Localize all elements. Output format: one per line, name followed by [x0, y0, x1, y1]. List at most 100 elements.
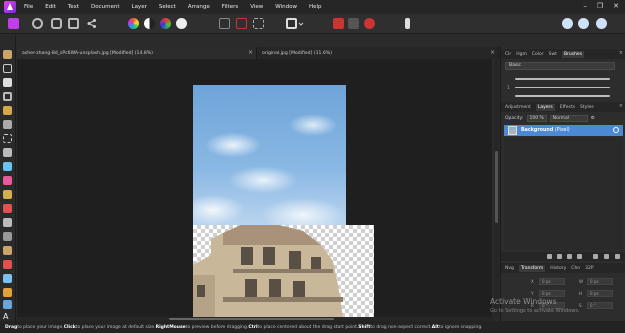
- tab-clr[interactable]: Clr: [505, 52, 511, 57]
- layer-row-background[interactable]: Background (Pixel): [504, 125, 623, 136]
- liquify-persona-icon[interactable]: [32, 18, 43, 29]
- flood-select-icon[interactable]: [3, 120, 12, 129]
- tab-channels[interactable]: Chn: [571, 266, 580, 271]
- transform-icon[interactable]: [596, 18, 607, 29]
- tab-transform[interactable]: Transform: [518, 264, 546, 272]
- share-icon[interactable]: [86, 18, 97, 29]
- tab-brushes[interactable]: Brushes: [561, 50, 585, 58]
- add-layer-icon[interactable]: [604, 254, 609, 259]
- delete-layer-icon[interactable]: [615, 254, 620, 259]
- menu-layer[interactable]: Layer: [132, 4, 147, 10]
- erase-brush-icon[interactable]: [3, 204, 12, 213]
- close-panel-icon[interactable]: ×: [619, 50, 623, 56]
- shape-tool-icon[interactable]: [3, 300, 12, 309]
- view-tool-hand-icon[interactable]: [3, 50, 12, 59]
- tab-layers[interactable]: Layers: [535, 103, 555, 111]
- y-field[interactable]: 0 px: [539, 290, 565, 297]
- quick-mask-icon[interactable]: [286, 18, 297, 29]
- marquee-select-icon[interactable]: [219, 18, 230, 29]
- flood-fill-icon[interactable]: [3, 162, 12, 171]
- group-layers-icon[interactable]: [593, 254, 598, 259]
- menu-window[interactable]: Window: [275, 4, 297, 10]
- gradient-tool-icon[interactable]: [3, 176, 12, 185]
- close-window-button[interactable]: ✕: [613, 2, 619, 10]
- canvas[interactable]: [17, 59, 492, 317]
- macro-icon[interactable]: [405, 18, 410, 29]
- arrange-icon[interactable]: [562, 18, 573, 29]
- menu-arrange[interactable]: Arrange: [188, 4, 210, 10]
- color-wheel-icon[interactable]: [128, 18, 139, 29]
- tab-history[interactable]: History: [550, 266, 566, 271]
- w-field[interactable]: 0 px: [587, 278, 613, 285]
- shear-field[interactable]: 0 °: [587, 302, 613, 309]
- menu-select[interactable]: Select: [159, 4, 176, 10]
- tab-original-image[interactable]: original.jpg [Modified] (11.6%) ×: [257, 47, 499, 59]
- clone-brush-icon[interactable]: [3, 232, 12, 241]
- affinity-photo-logo-icon[interactable]: [4, 1, 16, 13]
- color-picker-icon[interactable]: [3, 78, 12, 87]
- maximize-button[interactable]: ❐: [597, 2, 603, 10]
- marquee-tool-icon[interactable]: [3, 134, 12, 143]
- photo-persona-icon[interactable]: [8, 18, 19, 29]
- tab-styles[interactable]: Styles: [580, 105, 594, 110]
- brush-category-select[interactable]: Basic: [505, 62, 615, 70]
- brush-preset[interactable]: [515, 78, 610, 80]
- x-field[interactable]: 0 px: [539, 278, 565, 285]
- brush-preset[interactable]: [515, 87, 610, 88]
- menu-document[interactable]: Document: [91, 4, 120, 10]
- assistant-icon[interactable]: [333, 18, 344, 29]
- crop-tool-icon[interactable]: [3, 92, 12, 101]
- snapping-icon[interactable]: [348, 18, 359, 29]
- tab-32p[interactable]: 32P: [585, 266, 593, 271]
- gear-icon[interactable]: ⚙: [591, 116, 595, 121]
- menu-text[interactable]: Text: [68, 4, 79, 10]
- building-photo[interactable]: [193, 225, 348, 317]
- menu-help[interactable]: Help: [309, 4, 322, 10]
- invert-selection-icon[interactable]: [253, 18, 264, 29]
- adjustment-layer-icon[interactable]: [557, 254, 562, 259]
- sky-image-layer[interactable]: [193, 85, 346, 225]
- scrollbar-thumb[interactable]: [495, 151, 498, 223]
- h-field[interactable]: 0 px: [587, 290, 613, 297]
- blend-mode-select[interactable]: Normal: [549, 114, 588, 122]
- tab-adjustment[interactable]: Adjustment: [505, 105, 531, 110]
- tab-color[interactable]: Color: [532, 52, 544, 57]
- close-icon[interactable]: ×: [490, 49, 495, 56]
- move-tool-icon[interactable]: [3, 64, 12, 73]
- deselect-icon[interactable]: [236, 18, 247, 29]
- menu-file[interactable]: File: [24, 4, 33, 10]
- tab-navigator[interactable]: Nvg: [505, 266, 514, 271]
- develop-persona-icon[interactable]: [51, 18, 62, 29]
- white-balance-icon[interactable]: [176, 18, 187, 29]
- mask-layer-icon[interactable]: [547, 254, 552, 259]
- scrollbar-thumb[interactable]: [169, 318, 334, 320]
- freehand-select-icon[interactable]: [3, 148, 12, 157]
- pen-tool-icon[interactable]: [3, 288, 12, 297]
- close-icon[interactable]: ×: [248, 49, 253, 56]
- tab-hgm[interactable]: Hgm: [516, 52, 527, 57]
- align-icon[interactable]: [578, 18, 589, 29]
- menu-filters[interactable]: Filters: [222, 4, 239, 10]
- hsl-icon[interactable]: [160, 18, 171, 29]
- minimize-button[interactable]: –: [583, 2, 587, 10]
- tab-swt[interactable]: Swt: [549, 52, 557, 57]
- brush-preset[interactable]: [515, 95, 610, 97]
- opacity-input[interactable]: 100 %: [526, 114, 547, 122]
- paint-brush-icon[interactable]: [3, 190, 12, 199]
- blur-brush-icon[interactable]: [3, 274, 12, 283]
- tab-asher-zhang-image[interactable]: asher-zhang-8d_sPc6WA-unsplash.jpg [Modi…: [17, 47, 257, 59]
- healing-brush-icon[interactable]: [3, 246, 12, 255]
- tab-effects[interactable]: Effects: [560, 105, 575, 110]
- levels-icon[interactable]: [144, 18, 155, 29]
- tone-mapping-persona-icon[interactable]: [68, 18, 79, 29]
- text-tool-icon[interactable]: A: [3, 312, 12, 321]
- vertical-scrollbar[interactable]: [494, 59, 499, 317]
- layer-visibility-icon[interactable]: [613, 127, 619, 133]
- selection-brush-icon[interactable]: [3, 106, 12, 115]
- close-panel-icon[interactable]: ×: [619, 103, 623, 109]
- menu-view[interactable]: View: [250, 4, 263, 10]
- red-eye-icon[interactable]: [3, 260, 12, 269]
- fx-icon[interactable]: [577, 254, 582, 259]
- chevron-down-icon[interactable]: [298, 18, 309, 29]
- snapping-options-icon[interactable]: [364, 18, 375, 29]
